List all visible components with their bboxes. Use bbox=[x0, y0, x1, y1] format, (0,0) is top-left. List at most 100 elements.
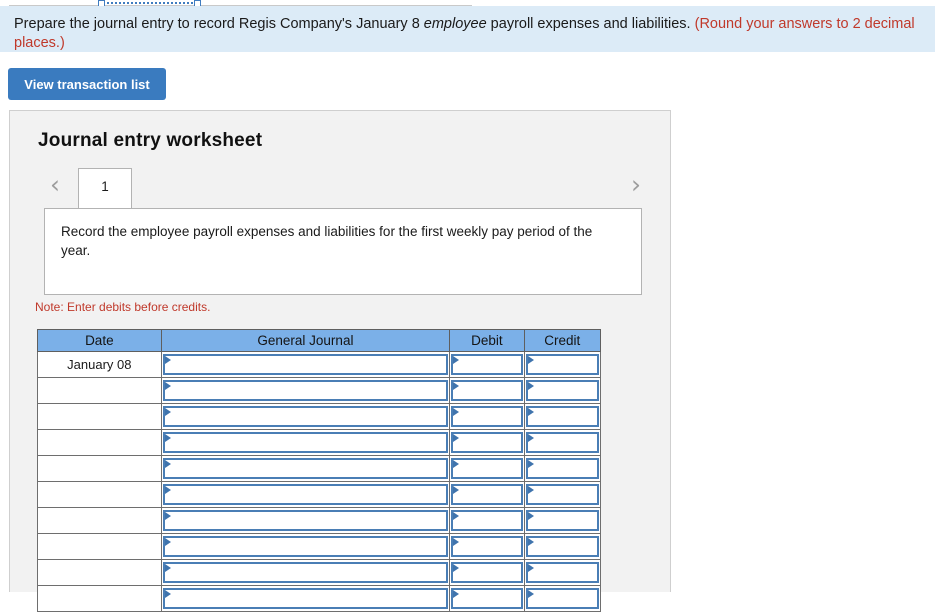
table-header-row: Date General Journal Debit Credit bbox=[37, 329, 602, 352]
account-select-row-2[interactable] bbox=[162, 380, 449, 401]
debit-input-row-2[interactable] bbox=[451, 380, 523, 401]
cell-credit bbox=[523, 559, 602, 586]
cell-credit bbox=[523, 533, 602, 560]
cell-debit bbox=[449, 429, 525, 456]
journal-entry-table: Date General Journal Debit Credit Januar… bbox=[37, 329, 602, 612]
cell-date bbox=[37, 481, 162, 508]
cell-debit bbox=[449, 351, 525, 378]
table-row bbox=[37, 429, 602, 456]
journal-entry-table-body: January 08 bbox=[37, 351, 602, 612]
cell-debit bbox=[449, 533, 525, 560]
instruction-banner: Prepare the journal entry to record Regi… bbox=[0, 6, 935, 52]
cell-date bbox=[37, 377, 162, 404]
dotted-selection-line bbox=[100, 2, 196, 4]
entry-description-panel: Record the employee payroll expenses and… bbox=[44, 208, 642, 295]
cell-general-journal bbox=[160, 559, 451, 586]
cell-general-journal bbox=[160, 429, 451, 456]
debit-input-row-6[interactable] bbox=[451, 484, 523, 505]
view-transaction-list-button[interactable]: View transaction list bbox=[8, 68, 166, 100]
cell-general-journal bbox=[160, 533, 451, 560]
cell-credit bbox=[523, 429, 602, 456]
account-select-row-3[interactable] bbox=[162, 406, 449, 427]
cell-general-journal bbox=[160, 481, 451, 508]
credit-input-row-7[interactable] bbox=[525, 510, 599, 531]
instruction-text-tail: payroll expenses and liabilities. bbox=[486, 16, 695, 32]
cell-date bbox=[37, 429, 162, 456]
table-row bbox=[37, 507, 602, 534]
debit-input-row-3[interactable] bbox=[451, 406, 523, 427]
account-select-row-9[interactable] bbox=[162, 562, 449, 583]
cell-credit bbox=[523, 507, 602, 534]
debit-input-row-5[interactable] bbox=[451, 458, 523, 479]
previous-entry-chevron-icon[interactable]: ‹ bbox=[44, 171, 66, 201]
cell-general-journal bbox=[160, 351, 451, 378]
debits-before-credits-note: Note: Enter debits before credits. bbox=[35, 300, 211, 314]
account-select-row-4[interactable] bbox=[162, 432, 449, 453]
table-row bbox=[37, 481, 602, 508]
cell-debit bbox=[449, 507, 525, 534]
cell-credit bbox=[523, 377, 602, 404]
credit-input-row-4[interactable] bbox=[525, 432, 599, 453]
column-header-general-journal: General Journal bbox=[160, 329, 451, 352]
table-row bbox=[37, 533, 602, 560]
debit-input-row-10[interactable] bbox=[451, 588, 523, 609]
credit-input-row-1[interactable] bbox=[525, 354, 599, 375]
cell-general-journal bbox=[160, 585, 451, 612]
account-select-row-5[interactable] bbox=[162, 458, 449, 479]
credit-input-row-6[interactable] bbox=[525, 484, 599, 505]
account-select-row-8[interactable] bbox=[162, 536, 449, 557]
debit-input-row-1[interactable] bbox=[451, 354, 523, 375]
cell-credit bbox=[523, 585, 602, 612]
worksheet-tab-1[interactable]: 1 bbox=[78, 168, 132, 209]
cell-credit bbox=[523, 351, 602, 378]
cell-general-journal bbox=[160, 403, 451, 430]
debit-input-row-8[interactable] bbox=[451, 536, 523, 557]
debit-input-row-9[interactable] bbox=[451, 562, 523, 583]
cell-debit bbox=[449, 559, 525, 586]
cell-date bbox=[37, 559, 162, 586]
cell-debit bbox=[449, 377, 525, 404]
credit-input-row-5[interactable] bbox=[525, 458, 599, 479]
table-row bbox=[37, 585, 602, 612]
cell-general-journal bbox=[160, 377, 451, 404]
debit-input-row-4[interactable] bbox=[451, 432, 523, 453]
instruction-emphasis: employee bbox=[423, 16, 487, 32]
table-row bbox=[37, 377, 602, 404]
cell-debit bbox=[449, 585, 525, 612]
cell-credit bbox=[523, 455, 602, 482]
cell-date bbox=[37, 585, 162, 612]
worksheet-title: Journal entry worksheet bbox=[38, 130, 263, 151]
column-header-date: Date bbox=[37, 329, 162, 352]
cell-general-journal bbox=[160, 455, 451, 482]
column-header-debit: Debit bbox=[449, 329, 525, 352]
cell-debit bbox=[449, 403, 525, 430]
cell-date: January 08 bbox=[37, 351, 162, 378]
cell-date bbox=[37, 455, 162, 482]
instruction-text-main: Prepare the journal entry to record Regi… bbox=[14, 16, 424, 32]
cell-debit bbox=[449, 455, 525, 482]
cell-credit bbox=[523, 403, 602, 430]
cell-credit bbox=[523, 481, 602, 508]
cell-date bbox=[37, 403, 162, 430]
table-row: January 08 bbox=[37, 351, 602, 378]
account-select-row-7[interactable] bbox=[162, 510, 449, 531]
account-select-row-1[interactable] bbox=[162, 354, 449, 375]
column-header-credit: Credit bbox=[523, 329, 602, 352]
instruction-text: Prepare the journal entry to record Regi… bbox=[14, 15, 921, 53]
next-entry-chevron-icon[interactable]: › bbox=[625, 171, 647, 201]
table-row bbox=[37, 559, 602, 586]
account-select-row-10[interactable] bbox=[162, 588, 449, 609]
credit-input-row-2[interactable] bbox=[525, 380, 599, 401]
credit-input-row-9[interactable] bbox=[525, 562, 599, 583]
journal-entry-worksheet-card: Journal entry worksheet ‹ 1 › Record the… bbox=[9, 110, 671, 612]
cell-date bbox=[37, 507, 162, 534]
credit-input-row-3[interactable] bbox=[525, 406, 599, 427]
debit-input-row-7[interactable] bbox=[451, 510, 523, 531]
cell-debit bbox=[449, 481, 525, 508]
credit-input-row-10[interactable] bbox=[525, 588, 599, 609]
worksheet-tab-strip: ‹ 1 › bbox=[34, 165, 649, 209]
cell-general-journal bbox=[160, 507, 451, 534]
credit-input-row-8[interactable] bbox=[525, 536, 599, 557]
table-row bbox=[37, 455, 602, 482]
account-select-row-6[interactable] bbox=[162, 484, 449, 505]
